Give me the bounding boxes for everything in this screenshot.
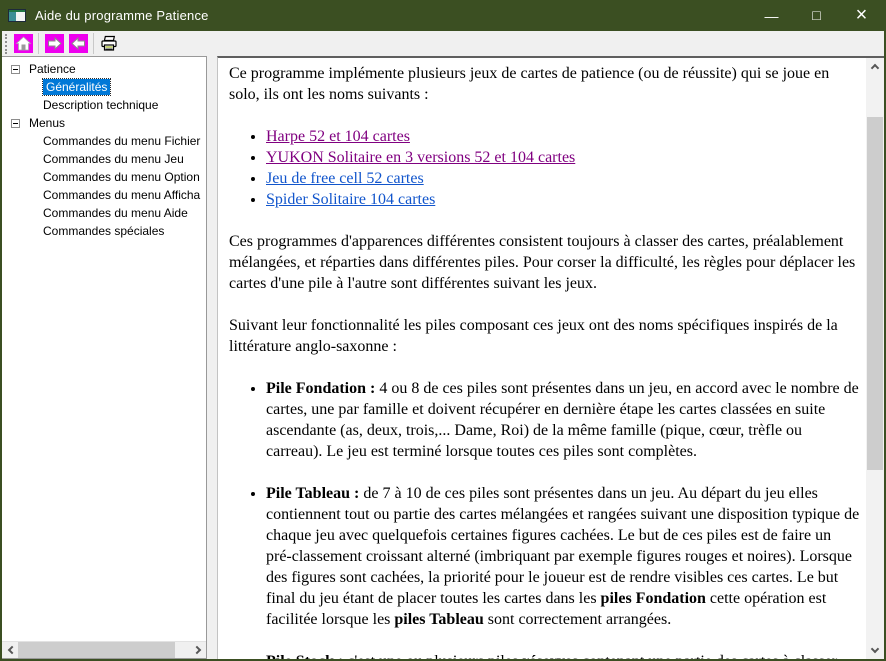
- game-links-list: Harpe 52 et 104 cartes YUKON Solitaire e…: [229, 126, 860, 210]
- tree-item-menu-jeu[interactable]: Commandes du menu Jeu: [2, 150, 206, 168]
- list-item: Jeu de free cell 52 cartes: [266, 168, 860, 189]
- toolbar-grip[interactable]: [5, 34, 7, 54]
- window-title: Aide du programme Patience: [35, 8, 749, 23]
- tree-item-label: Commandes du menu Fichier: [43, 134, 200, 148]
- maximize-icon: □: [812, 7, 820, 23]
- pile-tableau-item: Pile Tableau : de 7 à 10 de ces piles so…: [266, 483, 860, 630]
- scroll-down-button[interactable]: [866, 642, 884, 659]
- printer-icon: [99, 34, 119, 53]
- print-button[interactable]: [97, 32, 121, 55]
- tree-item-label: Commandes spéciales: [43, 224, 164, 238]
- pile-fondation-item: Pile Fondation : 4 ou 8 de ces piles son…: [266, 378, 860, 462]
- tree-item-label: Patience: [29, 62, 76, 76]
- tree-item-label: Menus: [29, 116, 65, 130]
- tree-item-description-technique[interactable]: Description technique: [2, 96, 206, 114]
- tree-item-menu-fichier[interactable]: Commandes du menu Fichier: [2, 132, 206, 150]
- vertical-scrollbar-thumb[interactable]: [867, 117, 883, 470]
- chevron-down-icon: [871, 645, 879, 653]
- tree-item-label: Commandes du menu Aide: [43, 206, 188, 220]
- pile-stock-item: Pile Stock : c'est une ou plusieurs pile…: [266, 651, 860, 659]
- toc-tree: Patience Généralités Description techniq…: [2, 57, 206, 641]
- maximize-button[interactable]: □: [794, 0, 839, 31]
- pile-definitions-list: Pile Fondation : 4 ou 8 de ces piles son…: [229, 378, 860, 659]
- scroll-up-button[interactable]: [866, 58, 884, 75]
- tree-item-menu-option[interactable]: Commandes du menu Option: [2, 168, 206, 186]
- chevron-right-icon: [192, 646, 200, 654]
- chevron-up-icon: [871, 64, 879, 72]
- horizontal-scrollbar-thumb[interactable]: [18, 642, 175, 658]
- paragraph: Ces programmes d'apparences différentes …: [229, 231, 860, 294]
- minimize-button[interactable]: —: [749, 0, 794, 31]
- tree-item-menu-aide[interactable]: Commandes du menu Aide: [2, 204, 206, 222]
- toolbar: [2, 31, 884, 56]
- scroll-right-button[interactable]: [190, 642, 206, 658]
- home-icon: [14, 34, 33, 53]
- tree-item-menus[interactable]: Menus: [2, 114, 206, 132]
- arrow-left-icon: [69, 34, 88, 53]
- tree-item-label-selected: Généralités: [43, 79, 110, 95]
- toolbar-separator: [38, 33, 39, 54]
- panel-splitter[interactable]: [207, 56, 217, 659]
- back-button[interactable]: [66, 32, 90, 55]
- tree-item-generalites[interactable]: Généralités: [2, 78, 206, 96]
- scroll-left-button[interactable]: [2, 642, 18, 658]
- tree-item-patience[interactable]: Patience: [2, 60, 206, 78]
- titlebar: Aide du programme Patience — □ ×: [2, 0, 884, 31]
- list-item: YUKON Solitaire en 3 versions 52 et 104 …: [266, 147, 860, 168]
- content-vertical-scrollbar[interactable]: [866, 58, 884, 659]
- collapse-icon[interactable]: [11, 119, 20, 128]
- forward-button[interactable]: [42, 32, 66, 55]
- tree-item-label: Commandes du menu Jeu: [43, 152, 184, 166]
- intro-paragraph: Ce programme implémente plusieurs jeux d…: [229, 63, 860, 105]
- content-panel: Ce programme implémente plusieurs jeux d…: [217, 56, 884, 659]
- list-item: Spider Solitaire 104 cartes: [266, 189, 860, 210]
- tree-item-menu-affichage[interactable]: Commandes du menu Afficha: [2, 186, 206, 204]
- tree-horizontal-scrollbar[interactable]: [2, 641, 206, 658]
- app-window-icon: [8, 9, 26, 22]
- home-button[interactable]: [11, 32, 35, 55]
- toc-tree-panel: Patience Généralités Description techniq…: [2, 56, 207, 659]
- close-icon: ×: [856, 4, 868, 27]
- help-window: Aide du programme Patience — □ ×: [0, 0, 886, 661]
- paragraph: Suivant leur fonctionnalité les piles co…: [229, 315, 860, 357]
- minimize-icon: —: [765, 8, 779, 24]
- tree-item-label: Commandes du menu Option: [43, 170, 200, 184]
- collapse-icon[interactable]: [11, 65, 20, 74]
- chevron-left-icon: [7, 646, 15, 654]
- toolbar-separator: [93, 33, 94, 54]
- list-item: Harpe 52 et 104 cartes: [266, 126, 860, 147]
- tree-item-label: Description technique: [43, 98, 158, 112]
- link-freecell[interactable]: Jeu de free cell 52 cartes: [266, 170, 424, 187]
- close-button[interactable]: ×: [839, 0, 884, 31]
- help-content: Ce programme implémente plusieurs jeux d…: [218, 58, 866, 659]
- link-harpe[interactable]: Harpe 52 et 104 cartes: [266, 128, 410, 145]
- link-yukon[interactable]: YUKON Solitaire en 3 versions 52 et 104 …: [266, 149, 575, 166]
- tree-item-label: Commandes du menu Afficha: [43, 188, 200, 202]
- arrow-right-icon: [45, 34, 64, 53]
- main-area: Patience Généralités Description techniq…: [2, 56, 884, 659]
- link-spider[interactable]: Spider Solitaire 104 cartes: [266, 191, 435, 208]
- tree-item-commandes-speciales[interactable]: Commandes spéciales: [2, 222, 206, 240]
